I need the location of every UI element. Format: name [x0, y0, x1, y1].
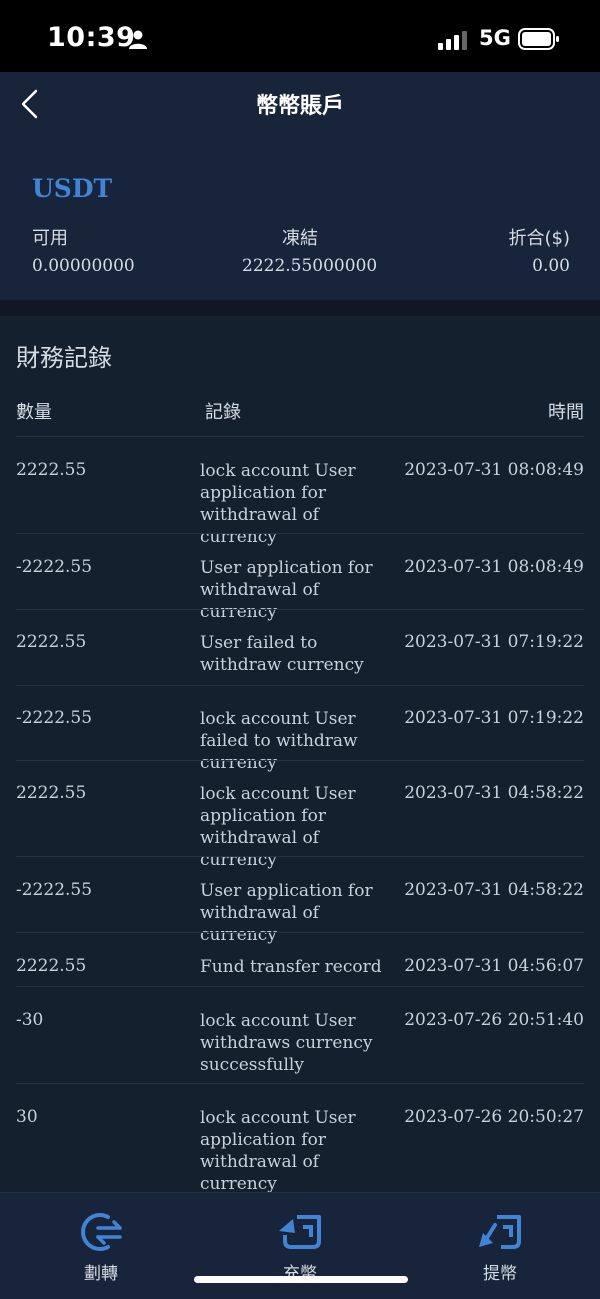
deposit-button[interactable]: 充幣: [240, 1211, 360, 1284]
records-title: 財務記錄: [16, 344, 112, 372]
record-time: 2023-07-31 04:58:22: [404, 880, 584, 900]
record-quantity: 30: [16, 1107, 38, 1127]
row-divider: [16, 986, 584, 987]
coin-name: USDT: [32, 174, 113, 203]
withdraw-icon: [479, 1215, 521, 1249]
row-divider: [16, 760, 584, 761]
record-quantity: -30: [16, 1010, 44, 1030]
row-divider: [16, 856, 584, 857]
frozen-label: 凍結: [282, 228, 318, 249]
converted-label: 折合($): [508, 228, 571, 249]
record-time: 2023-07-31 08:08:49: [404, 557, 584, 577]
section-divider: [0, 300, 600, 316]
record-time: 2023-07-26 20:50:27: [404, 1107, 584, 1127]
frozen-value: 2222.55000000: [242, 256, 378, 276]
column-header-quantity: 數量: [16, 402, 52, 423]
record-time: 2023-07-31 08:08:49: [404, 460, 584, 480]
record-description: lock account User application for withdr…: [200, 784, 356, 870]
network-label: 5G: [479, 26, 511, 50]
record-quantity: 2222.55: [16, 783, 87, 803]
deposit-icon: [279, 1215, 321, 1249]
record-description: User failed to withdraw currency: [200, 633, 364, 675]
nav-bar: 幣幣賬戶: [0, 72, 600, 140]
row-divider: [16, 533, 584, 534]
transfer-button[interactable]: 劃轉: [41, 1211, 161, 1284]
record-quantity: 2222.55: [16, 956, 87, 976]
transfer-label: 劃轉: [84, 1264, 118, 1284]
record-description: lock account User withdraws currency suc…: [200, 1011, 373, 1075]
battery-icon: [518, 28, 559, 50]
withdraw-label: 提幣: [483, 1264, 517, 1284]
record-description: lock account User failed to withdraw cur…: [200, 709, 358, 773]
record-description: Fund transfer record: [200, 957, 382, 977]
record-time: 2023-07-31 07:19:22: [404, 632, 584, 652]
record-time: 2023-07-31 07:19:22: [404, 708, 584, 728]
column-header-time: 時間: [548, 402, 584, 423]
record-time: 2023-07-31 04:56:07: [404, 956, 584, 976]
person-icon: [129, 30, 147, 49]
record-description: lock account User application for withdr…: [200, 461, 356, 547]
row-divider: [16, 932, 584, 933]
record-description: User application for withdrawal of curre…: [200, 558, 373, 622]
record-quantity: -2222.55: [16, 708, 93, 728]
financial-records[interactable]: 財務記錄 數量 記錄 時間 2222.55 lock account User …: [0, 316, 600, 1194]
signal-icon: [438, 31, 467, 50]
record-quantity: 2222.55: [16, 460, 87, 480]
record-quantity: 2222.55: [16, 632, 87, 652]
asset-card: USDT 可用 凍結 折合($) 0.00000000 2222.5500000…: [0, 140, 600, 300]
available-value: 0.00000000: [32, 256, 135, 276]
converted-value: 0.00: [532, 256, 570, 276]
header-divider: [16, 436, 584, 437]
record-description: User application for withdrawal of curre…: [200, 881, 373, 945]
available-label: 可用: [32, 228, 68, 249]
row-divider: [16, 609, 584, 610]
page-title: 幣幣賬戶: [255, 94, 344, 119]
withdraw-button[interactable]: 提幣: [440, 1211, 560, 1284]
record-quantity: -2222.55: [16, 557, 93, 577]
column-header-record: 記錄: [205, 402, 241, 423]
status-bar: 10:39 5G: [0, 0, 600, 72]
row-divider: [16, 685, 584, 686]
transfer-icon: [81, 1213, 122, 1251]
record-time: 2023-07-26 20:51:40: [404, 1010, 584, 1030]
home-indicator[interactable]: [194, 1276, 408, 1283]
record-description: lock account User application for withdr…: [200, 1108, 356, 1194]
record-quantity: -2222.55: [16, 880, 93, 900]
status-time: 10:39: [47, 22, 136, 53]
row-divider: [16, 1083, 584, 1084]
record-time: 2023-07-31 04:58:22: [404, 783, 584, 803]
